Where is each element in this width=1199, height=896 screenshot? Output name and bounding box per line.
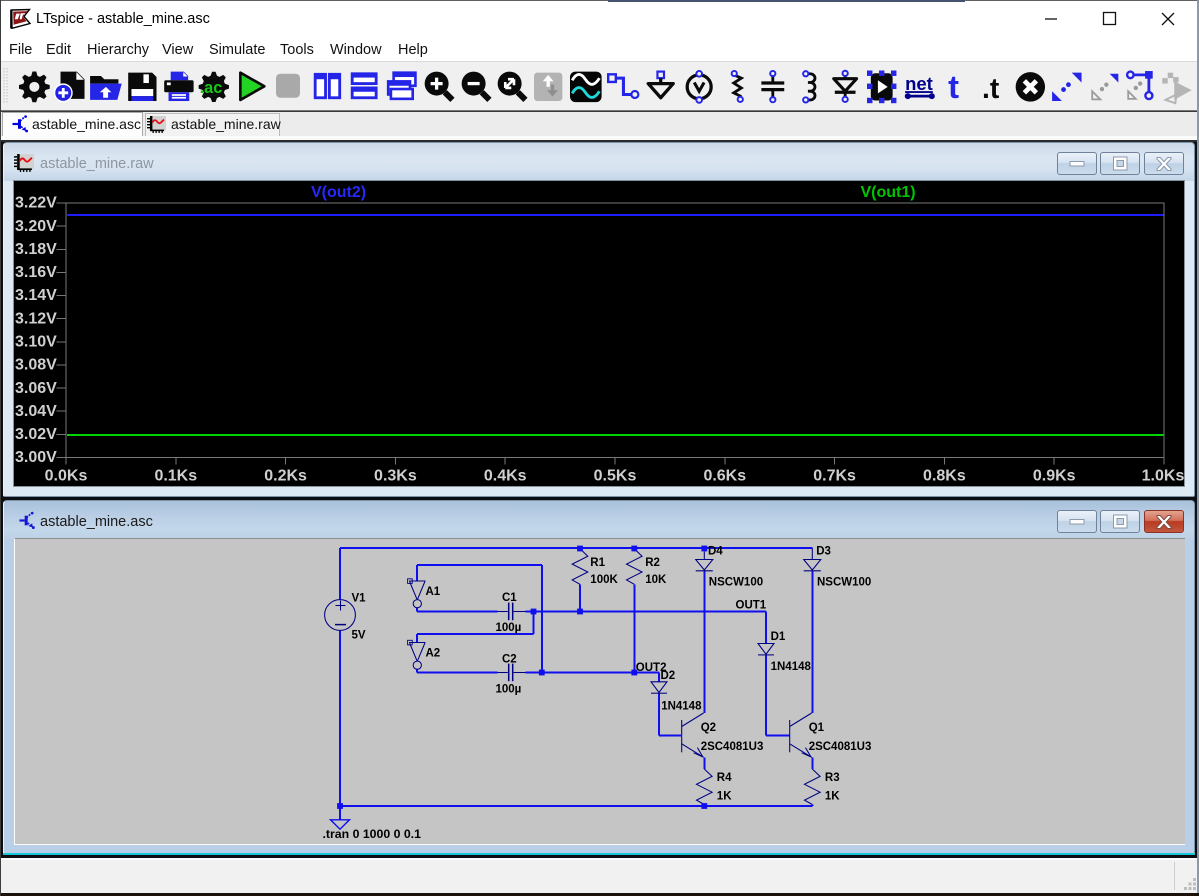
svg-text:.tran 0 1000 0 0.1: .tran 0 1000 0 0.1 bbox=[323, 827, 422, 841]
svg-text:D3: D3 bbox=[816, 546, 831, 558]
svg-text:1K: 1K bbox=[717, 791, 732, 803]
svg-text:NSCW100: NSCW100 bbox=[817, 577, 871, 589]
svg-text:V1: V1 bbox=[352, 593, 367, 605]
svg-text:t: t bbox=[948, 68, 959, 105]
svg-text:OUT2: OUT2 bbox=[636, 662, 667, 674]
svg-text:3.16V: 3.16V bbox=[15, 264, 57, 281]
svg-text:R4: R4 bbox=[717, 772, 732, 784]
svg-text:A1: A1 bbox=[426, 586, 441, 598]
svg-text:3.22V: 3.22V bbox=[15, 195, 57, 212]
svg-text:2SC4081U3: 2SC4081U3 bbox=[701, 741, 764, 753]
svg-text:10K: 10K bbox=[645, 574, 667, 586]
svg-text:D4: D4 bbox=[708, 546, 723, 558]
svg-text:1.0Ks: 1.0Ks bbox=[1142, 468, 1184, 485]
svg-text:R2: R2 bbox=[645, 557, 660, 569]
svg-text:3.00V: 3.00V bbox=[15, 449, 57, 466]
svg-text:1K: 1K bbox=[825, 791, 840, 803]
svg-text:100K: 100K bbox=[590, 574, 618, 586]
svg-text:3.04V: 3.04V bbox=[15, 403, 57, 420]
svg-text:R1: R1 bbox=[590, 557, 605, 569]
svg-text:3.10V: 3.10V bbox=[15, 334, 57, 351]
svg-text:0.0Ks: 0.0Ks bbox=[45, 468, 88, 485]
svg-text:100µ: 100µ bbox=[496, 622, 522, 634]
svg-text:100µ: 100µ bbox=[496, 684, 522, 696]
svg-text:3.14V: 3.14V bbox=[15, 287, 57, 304]
svg-text:C1: C1 bbox=[502, 592, 517, 604]
svg-text:0.5Ks: 0.5Ks bbox=[594, 468, 637, 485]
svg-text:Q1: Q1 bbox=[809, 722, 825, 734]
svg-text:0.3Ks: 0.3Ks bbox=[374, 468, 417, 485]
svg-text:0.4Ks: 0.4Ks bbox=[484, 468, 527, 485]
svg-text:3.20V: 3.20V bbox=[15, 218, 57, 235]
svg-text:3.08V: 3.08V bbox=[15, 357, 57, 374]
svg-text:V(out1): V(out1) bbox=[860, 184, 915, 201]
svg-text:3.18V: 3.18V bbox=[15, 241, 57, 258]
svg-text:R3: R3 bbox=[825, 772, 840, 784]
svg-text:0.9Ks: 0.9Ks bbox=[1033, 468, 1076, 485]
svg-text:C2: C2 bbox=[502, 653, 517, 665]
svg-text:2SC4081U3: 2SC4081U3 bbox=[809, 741, 872, 753]
svg-text:Q2: Q2 bbox=[701, 722, 716, 734]
svg-text:1N4148: 1N4148 bbox=[661, 700, 702, 712]
svg-text:.t: .t bbox=[982, 73, 1000, 105]
svg-text:net: net bbox=[905, 73, 933, 94]
svg-text:3.06V: 3.06V bbox=[15, 380, 57, 397]
svg-text:OUT1: OUT1 bbox=[736, 600, 767, 612]
svg-text:NSCW100: NSCW100 bbox=[709, 577, 763, 589]
svg-text:0.8Ks: 0.8Ks bbox=[923, 468, 966, 485]
svg-text:A2: A2 bbox=[426, 648, 441, 660]
svg-text:V(out2): V(out2) bbox=[311, 184, 366, 201]
svg-text:1N4148: 1N4148 bbox=[771, 661, 812, 673]
svg-text:0.6Ks: 0.6Ks bbox=[703, 468, 746, 485]
svg-text:.ac: .ac bbox=[200, 79, 223, 97]
svg-text:0.2Ks: 0.2Ks bbox=[264, 468, 307, 485]
svg-text:0.7Ks: 0.7Ks bbox=[813, 468, 856, 485]
svg-text:5V: 5V bbox=[352, 630, 366, 642]
svg-text:D1: D1 bbox=[771, 631, 786, 643]
svg-text:0.1Ks: 0.1Ks bbox=[154, 468, 197, 485]
svg-text:3.02V: 3.02V bbox=[15, 426, 57, 443]
svg-text:3.12V: 3.12V bbox=[15, 310, 57, 327]
